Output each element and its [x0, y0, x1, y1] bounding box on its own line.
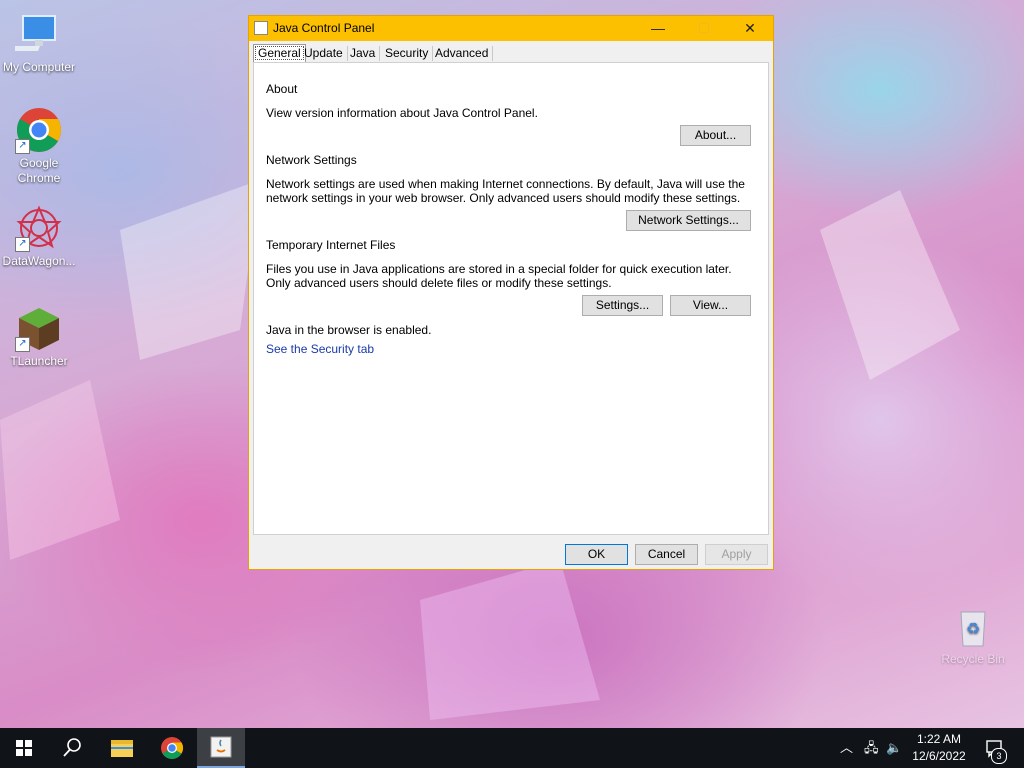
- close-button[interactable]: ✕: [727, 16, 773, 41]
- notification-count-badge: 3: [991, 748, 1007, 764]
- desktop-icon-label: My Computer: [2, 60, 76, 74]
- datawagon-icon: ↗: [15, 204, 63, 252]
- network-settings-heading: Network Settings: [266, 153, 357, 167]
- desktop-icon-recycle-bin[interactable]: ♻ Recycle Bin: [934, 602, 1012, 667]
- ok-button[interactable]: OK: [565, 544, 628, 565]
- desktop-icon-label: Recycle Bin: [941, 652, 1005, 666]
- taskbar-file-explorer[interactable]: [98, 728, 146, 768]
- about-heading: About: [266, 82, 298, 96]
- settings-button[interactable]: Settings...: [582, 295, 663, 316]
- desktop-icon-label: Google Chrome: [17, 156, 61, 185]
- tab-java[interactable]: Java: [346, 46, 381, 61]
- search-button[interactable]: [48, 728, 96, 768]
- about-text: View version information about Java Cont…: [266, 106, 538, 120]
- chrome-icon: [161, 737, 183, 759]
- taskbar-chrome[interactable]: [148, 728, 196, 768]
- clock-time: 1:22 AM: [916, 732, 962, 746]
- java-icon: [254, 21, 268, 35]
- tab-advanced[interactable]: Advanced: [431, 46, 494, 61]
- network-icon[interactable]: 🖧: [864, 728, 879, 768]
- network-settings-text: Network settings are used when making In…: [266, 177, 745, 205]
- clock-date: 12/6/2022: [912, 749, 966, 763]
- maximize-button[interactable]: ☐: [681, 16, 727, 41]
- windows-logo-icon: [16, 740, 32, 756]
- apply-button: Apply: [705, 544, 768, 565]
- about-button[interactable]: About...: [680, 125, 751, 146]
- desktop-icon-datawagon[interactable]: ↗ DataWagon...: [0, 204, 78, 269]
- network-settings-button[interactable]: Network Settings...: [626, 210, 751, 231]
- tab-update[interactable]: Update: [300, 46, 348, 61]
- java-icon: [210, 736, 232, 758]
- start-button[interactable]: [0, 728, 48, 768]
- computer-icon: [12, 10, 63, 58]
- cancel-button[interactable]: Cancel: [635, 544, 698, 565]
- taskbar: ︿ 🖧 🔈 1:22 AM 12/6/2022 3: [0, 728, 1024, 768]
- svg-text:♻: ♻: [966, 619, 980, 638]
- recycle-bin-icon: ♻: [949, 602, 997, 650]
- volume-icon[interactable]: 🔈: [886, 728, 902, 768]
- general-tab-panel: About View version information about Jav…: [253, 62, 769, 535]
- tab-general[interactable]: General: [253, 44, 306, 62]
- shortcut-arrow-icon: ↗: [15, 139, 30, 154]
- java-control-panel-window: Java Control Panel — ☐ ✕ General Update …: [248, 15, 774, 570]
- notification-center-button[interactable]: 3: [978, 728, 1024, 768]
- taskbar-java-control-panel[interactable]: [197, 728, 245, 768]
- desktop-icon-my-computer[interactable]: My Computer: [0, 10, 78, 75]
- shortcut-arrow-icon: ↗: [15, 237, 30, 252]
- desktop-icon-label: DataWagon...: [2, 254, 76, 268]
- browser-status-text: Java in the browser is enabled.: [266, 323, 432, 337]
- shortcut-arrow-icon: ↗: [15, 337, 30, 352]
- folder-icon: [111, 740, 133, 757]
- title-bar[interactable]: Java Control Panel — ☐ ✕: [249, 16, 773, 41]
- view-button[interactable]: View...: [670, 295, 751, 316]
- desktop-icon-google-chrome[interactable]: ↗ Google Chrome: [0, 106, 78, 186]
- search-icon: [63, 738, 81, 757]
- desktop-icon-tlauncher[interactable]: ↗ TLauncher: [0, 304, 78, 369]
- temporary-files-heading: Temporary Internet Files: [266, 238, 396, 252]
- desktop-icon-label: TLauncher: [10, 354, 68, 368]
- minimize-button[interactable]: —: [635, 16, 681, 41]
- show-hidden-icons-button[interactable]: ︿: [840, 728, 853, 768]
- clock[interactable]: 1:22 AM 12/6/2022: [906, 731, 972, 765]
- temporary-files-text: Files you use in Java applications are s…: [266, 262, 732, 290]
- security-tab-link[interactable]: See the Security tab: [266, 342, 374, 356]
- window-title: Java Control Panel: [273, 21, 375, 35]
- tab-security[interactable]: Security: [381, 46, 434, 61]
- tlauncher-icon: ↗: [15, 304, 63, 352]
- chrome-icon: ↗: [15, 106, 63, 154]
